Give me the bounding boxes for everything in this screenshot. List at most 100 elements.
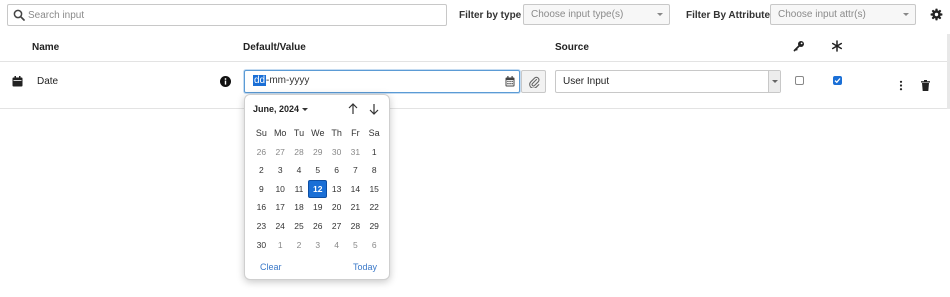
calendar-day[interactable]: 3 <box>271 161 290 180</box>
chevron-down-icon <box>657 13 663 16</box>
calendar-day[interactable]: 28 <box>346 217 365 236</box>
chevron-down-icon <box>903 13 909 16</box>
calendar-day[interactable]: 29 <box>365 217 384 236</box>
calendar-day[interactable]: 5 <box>346 236 365 255</box>
calendar-day[interactable]: 18 <box>290 198 309 217</box>
more-vertical-icon[interactable] <box>898 80 904 91</box>
calendar-day[interactable]: 22 <box>365 198 384 217</box>
today-button[interactable]: Today <box>353 262 377 272</box>
table-row: Date dd -mm-yyyy User Input <box>0 62 947 109</box>
calendar-day[interactable]: 25 <box>290 217 309 236</box>
key-icon <box>793 41 804 52</box>
weekday-label: We <box>311 128 325 138</box>
search-icon <box>13 9 25 21</box>
calendar-day[interactable]: 26 <box>252 143 271 162</box>
calendar-day[interactable]: 1 <box>271 236 290 255</box>
paperclip-icon <box>529 76 540 88</box>
calendar-week: 9 10 11 12 13 14 15 <box>252 179 386 199</box>
filter-type-placeholder: Choose input type(s) <box>531 9 624 20</box>
asterisk-icon <box>831 40 843 52</box>
calendar-day[interactable]: 2 <box>290 236 309 255</box>
calendar-day[interactable]: 5 <box>308 161 327 180</box>
calendar-week: 2345678 <box>252 161 386 180</box>
required-checkbox[interactable] <box>833 76 842 85</box>
filter-attr-placeholder: Choose input attr(s) <box>778 9 866 20</box>
source-select[interactable]: User Input <box>555 70 781 93</box>
arrow-up-icon[interactable] <box>346 102 360 116</box>
weekday-label: Tu <box>293 128 305 138</box>
calendar-day[interactable]: 23 <box>252 217 271 236</box>
calendar-day[interactable]: 1 <box>365 143 384 162</box>
gear-icon[interactable] <box>930 8 943 21</box>
row-name: Date <box>37 76 59 87</box>
key-checkbox[interactable] <box>795 76 804 85</box>
calendar-day[interactable]: 9 <box>252 180 271 199</box>
calendar-week: 16 17 18 19 20 21 22 <box>252 198 386 217</box>
weekday-label: Mo <box>273 128 287 138</box>
calendar-day-selected[interactable]: 12 <box>308 179 328 199</box>
calendar-day[interactable]: 16 <box>252 198 271 217</box>
table-header: Name Default/Value Source <box>0 34 950 62</box>
calendar-day[interactable]: 6 <box>365 236 384 255</box>
calendar-day[interactable]: 15 <box>365 180 384 199</box>
calendar-day[interactable]: 27 <box>271 143 290 162</box>
calendar-icon[interactable] <box>505 76 515 87</box>
calendar-day[interactable]: 2 <box>252 161 271 180</box>
arrow-down-icon[interactable] <box>367 102 381 116</box>
calendar-day[interactable]: 27 <box>327 217 346 236</box>
calendar-icon <box>12 76 23 87</box>
calendar-day[interactable]: 7 <box>346 161 365 180</box>
calendar-day[interactable]: 11 <box>290 180 309 199</box>
calendar-grid: Su Mo Tu We Th Fr Sa 26 27 28 29 30 31 1 2 3 4 5 6 7 8 9 10 11… <box>252 124 386 254</box>
calendar-day[interactable]: 24 <box>271 217 290 236</box>
calendar-day[interactable]: 30 <box>327 143 346 162</box>
month-year-selector[interactable]: June, 2024 <box>253 104 309 114</box>
calendar-day[interactable]: 4 <box>327 236 346 255</box>
date-input[interactable]: dd -mm-yyyy <box>244 70 520 93</box>
month-year-label: June, 2024 <box>253 104 300 114</box>
calendar-day[interactable]: 21 <box>346 198 365 217</box>
calendar-day[interactable]: 26 <box>308 217 327 236</box>
chevron-down-icon <box>772 80 778 83</box>
calendar-day[interactable]: 19 <box>308 198 327 217</box>
calendar-week: 23 24 25 26 27 28 29 <box>252 217 386 236</box>
calendar-day[interactable]: 3 <box>308 236 327 255</box>
search-input[interactable] <box>28 7 438 23</box>
checkmark-icon <box>834 78 841 84</box>
date-rest-segment[interactable]: -mm-yyyy <box>266 75 309 86</box>
weekday-label: Sa <box>368 128 380 138</box>
search-box[interactable] <box>7 4 447 26</box>
calendar-day[interactable]: 13 <box>327 180 346 199</box>
weekday-header: Su Mo Tu We Th Fr Sa <box>252 124 386 143</box>
weekday-label: Fr <box>351 128 360 138</box>
calendar-day[interactable]: 17 <box>271 198 290 217</box>
calendar-day[interactable]: 31 <box>346 143 365 162</box>
source-value: User Input <box>563 76 610 87</box>
calendar-day[interactable]: 8 <box>365 161 384 180</box>
info-icon[interactable] <box>220 76 231 87</box>
column-source-header: Source <box>555 42 589 53</box>
calendar-day[interactable]: 30 <box>252 236 271 255</box>
filter-type-select[interactable]: Choose input type(s) <box>523 4 670 25</box>
calendar-week: 26 27 28 29 30 31 1 <box>252 143 386 162</box>
calendar-day[interactable]: 10 <box>271 180 290 199</box>
toolbar: Filter by type Choose input type(s) Filt… <box>0 0 950 34</box>
date-day-segment[interactable]: dd <box>253 75 267 86</box>
calendar-day[interactable]: 20 <box>327 198 346 217</box>
calendar-day[interactable]: 28 <box>290 143 309 162</box>
filter-attr-select[interactable]: Choose input attr(s) <box>770 4 916 25</box>
calendar-day[interactable]: 4 <box>290 161 309 180</box>
source-dropdown-toggle[interactable] <box>768 71 780 92</box>
column-name-header: Name <box>32 42 60 53</box>
calendar-day[interactable]: 6 <box>327 161 346 180</box>
calendar-week: 30 1 2 3 4 5 6 <box>252 236 386 255</box>
calendar-day[interactable]: 29 <box>308 143 327 162</box>
trash-icon[interactable] <box>921 80 930 91</box>
filter-attr-label: Filter By Attribute <box>686 10 771 21</box>
filter-type-label: Filter by type <box>459 10 522 21</box>
weekday-label: Th <box>331 128 342 138</box>
calendar-day[interactable]: 14 <box>346 180 365 199</box>
clear-button[interactable]: Clear <box>260 262 282 272</box>
attach-button[interactable] <box>521 70 546 93</box>
column-value-header: Default/Value <box>243 42 306 53</box>
